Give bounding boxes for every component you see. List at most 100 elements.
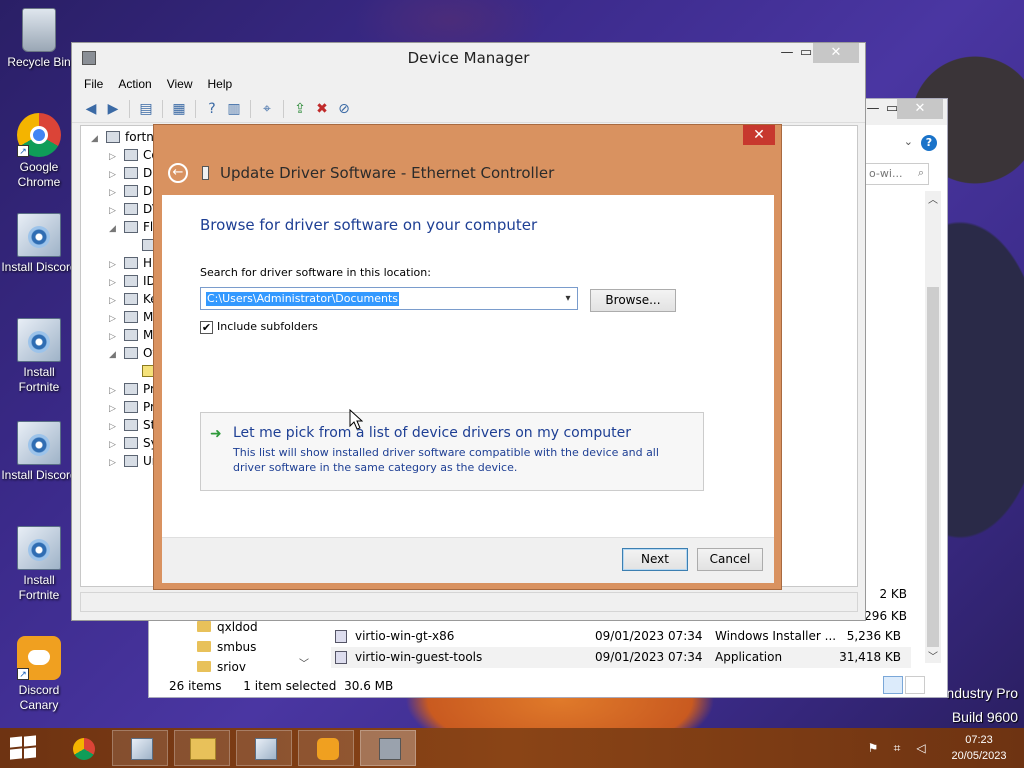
forward-arrow-icon[interactable]: ▶ — [104, 100, 122, 118]
desktop-icon-label: Install Discord — [1, 468, 77, 482]
include-subfolders-checkbox[interactable]: ✔ — [200, 321, 213, 334]
driver-path-value[interactable]: C:\Users\Administrator\Documents — [206, 292, 400, 306]
tree-node[interactable]: ▷ M — [109, 308, 153, 326]
view-icon[interactable]: ▥ — [225, 100, 243, 118]
file-row-selected[interactable]: virtio-win-guest-tools 09/01/2023 07:34 … — [331, 647, 911, 668]
install-fortnite-shortcut-2[interactable]: Install Fortnite — [1, 526, 77, 603]
scan-hardware-icon[interactable]: ⌖ — [258, 100, 276, 118]
tree-node[interactable]: ▷ Co — [109, 146, 159, 164]
volume-icon[interactable]: ◁ — [914, 741, 928, 755]
maximize-button[interactable]: ▭ — [799, 43, 813, 63]
help-icon[interactable]: ? — [921, 135, 937, 151]
clock[interactable]: 07:23 20/05/2023 — [944, 732, 1014, 764]
browse-button[interactable]: Browse... — [590, 289, 676, 312]
back-arrow-icon[interactable]: ◀ — [82, 100, 100, 118]
close-button[interactable]: ✕ — [897, 99, 943, 119]
tree-expand-icon[interactable]: ◢ — [109, 220, 121, 238]
device-category-icon — [124, 185, 138, 197]
tree-node[interactable]: ▷ Sy — [109, 434, 158, 452]
tree-node[interactable]: ▷ Ke — [109, 290, 158, 308]
tree-node[interactable]: ▷ ID — [109, 272, 156, 290]
recycle-bin-shortcut[interactable]: Recycle Bin — [1, 8, 77, 70]
status-bar: 26 items 1 item selected 30.6 MB — [149, 675, 947, 697]
show-hide-tree-icon[interactable]: ▤ — [137, 100, 155, 118]
scroll-down-icon[interactable]: ﹀ — [925, 648, 941, 663]
device-category-icon — [124, 149, 138, 161]
tree-node[interactable]: ◢ Fl — [109, 218, 153, 236]
chevron-down-icon[interactable]: ▾ — [561, 289, 575, 308]
monitor-icon — [124, 329, 138, 341]
include-subfolders-label[interactable]: Include subfolders — [217, 320, 318, 333]
start-button[interactable] — [10, 735, 38, 760]
tree-node[interactable]: ▷ M — [109, 326, 153, 344]
large-icons-view-button[interactable] — [905, 676, 925, 694]
taskbar-discord[interactable] — [298, 730, 354, 766]
next-button[interactable]: Next — [622, 548, 688, 571]
taskbar-installer[interactable] — [112, 730, 168, 766]
discord-canary-shortcut[interactable]: ↗ Discord Canary — [1, 636, 77, 713]
pick-from-list-title[interactable]: Let me pick from a list of device driver… — [233, 425, 631, 441]
close-button[interactable]: ✕ — [813, 43, 859, 63]
properties-icon[interactable]: ▦ — [170, 100, 188, 118]
menu-view[interactable]: View — [167, 77, 193, 91]
processor-icon — [124, 401, 138, 413]
os-watermark-edition: ndustry Pro — [946, 685, 1018, 701]
menu-file[interactable]: File — [84, 77, 103, 91]
nav-folder-label: sriov — [217, 660, 246, 674]
install-discord-shortcut[interactable]: Install Discord — [1, 213, 77, 275]
tree-node[interactable]: ▷ St — [109, 416, 155, 434]
tree-node[interactable]: ▷ Di — [109, 164, 156, 182]
tree-node[interactable]: ▷ Ur — [109, 452, 157, 470]
nav-folder-sriov[interactable]: sriov — [189, 657, 309, 677]
cancel-button[interactable]: Cancel — [697, 548, 763, 571]
scroll-up-icon[interactable]: ︿ — [925, 191, 941, 206]
nav-folder-smbus[interactable]: smbus — [189, 637, 309, 657]
search-input[interactable]: o-wi... ⌕ — [864, 163, 929, 185]
close-button[interactable]: ✕ — [743, 125, 775, 145]
driver-path-combobox[interactable]: C:\Users\Administrator\Documents ▾ — [200, 287, 578, 310]
back-button[interactable]: ← — [168, 163, 188, 183]
install-discord-shortcut-2[interactable]: Install Discord — [1, 421, 77, 483]
help-icon[interactable]: ? — [203, 100, 221, 118]
mouse-cursor-icon — [349, 409, 363, 430]
tree-node[interactable]: ▷ Pr — [109, 380, 155, 398]
flag-icon[interactable]: ⚑ — [866, 741, 880, 755]
network-icon[interactable]: ⌗ — [890, 741, 904, 755]
tree-node[interactable]: ◢ Ot — [109, 344, 157, 362]
status-selected-size: 30.6 MB — [344, 679, 394, 693]
taskbar-installer-2[interactable] — [236, 730, 292, 766]
taskbar-chrome[interactable] — [54, 730, 110, 766]
tree-node[interactable]: ▷ Di — [109, 182, 156, 200]
tree-node[interactable]: ▷ Pr — [109, 398, 155, 416]
installer-icon — [17, 421, 61, 465]
device-manager-titlebar[interactable]: Device Manager — ▭ ✕ — [72, 43, 865, 73]
tree-node-computer[interactable]: ◢ fortni — [91, 128, 157, 146]
install-fortnite-shortcut[interactable]: Install Fortnite — [1, 318, 77, 395]
disable-device-icon[interactable]: ⊘ — [335, 100, 353, 118]
other-devices-icon — [124, 347, 138, 359]
details-view-button[interactable] — [883, 676, 903, 694]
taskbar-device-manager[interactable] — [360, 730, 416, 766]
taskbar-file-explorer[interactable] — [174, 730, 230, 766]
update-driver-dialog[interactable]: ✕ ← Update Driver Software - Ethernet Co… — [153, 124, 782, 590]
update-driver-icon[interactable]: ⇪ — [291, 100, 309, 118]
vertical-scrollbar[interactable]: ︿ ﹀ — [925, 191, 941, 663]
file-row[interactable]: virtio-win-gt-x86 09/01/2023 07:34 Windo… — [331, 626, 911, 647]
menu-action[interactable]: Action — [118, 77, 151, 91]
green-arrow-icon: ➜ — [210, 426, 222, 442]
tree-expand-icon[interactable]: ▷ — [109, 454, 121, 472]
nav-scroll-down-icon[interactable]: ﹀ — [299, 655, 309, 670]
tree-expand-icon[interactable]: ◢ — [109, 346, 121, 364]
uninstall-icon[interactable]: ✖ — [313, 100, 331, 118]
pick-from-list-option[interactable]: ➜ Let me pick from a list of device driv… — [200, 412, 704, 491]
google-chrome-shortcut[interactable]: ↗ Google Chrome — [1, 113, 77, 190]
desktop-icon-label: Recycle Bin — [7, 55, 71, 69]
dialog-body: Browse for driver software on your compu… — [162, 195, 774, 583]
chevron-down-icon[interactable]: ⌄ — [904, 135, 913, 148]
search-icon: ⌕ — [917, 166, 924, 179]
file-name: virtio-win-gt-x86 — [355, 629, 455, 643]
scrollbar-thumb[interactable] — [927, 287, 939, 647]
menu-help[interactable]: Help — [208, 77, 233, 91]
tree-expand-icon[interactable]: ◢ — [91, 130, 103, 148]
minimize-button[interactable]: — — [773, 43, 801, 63]
